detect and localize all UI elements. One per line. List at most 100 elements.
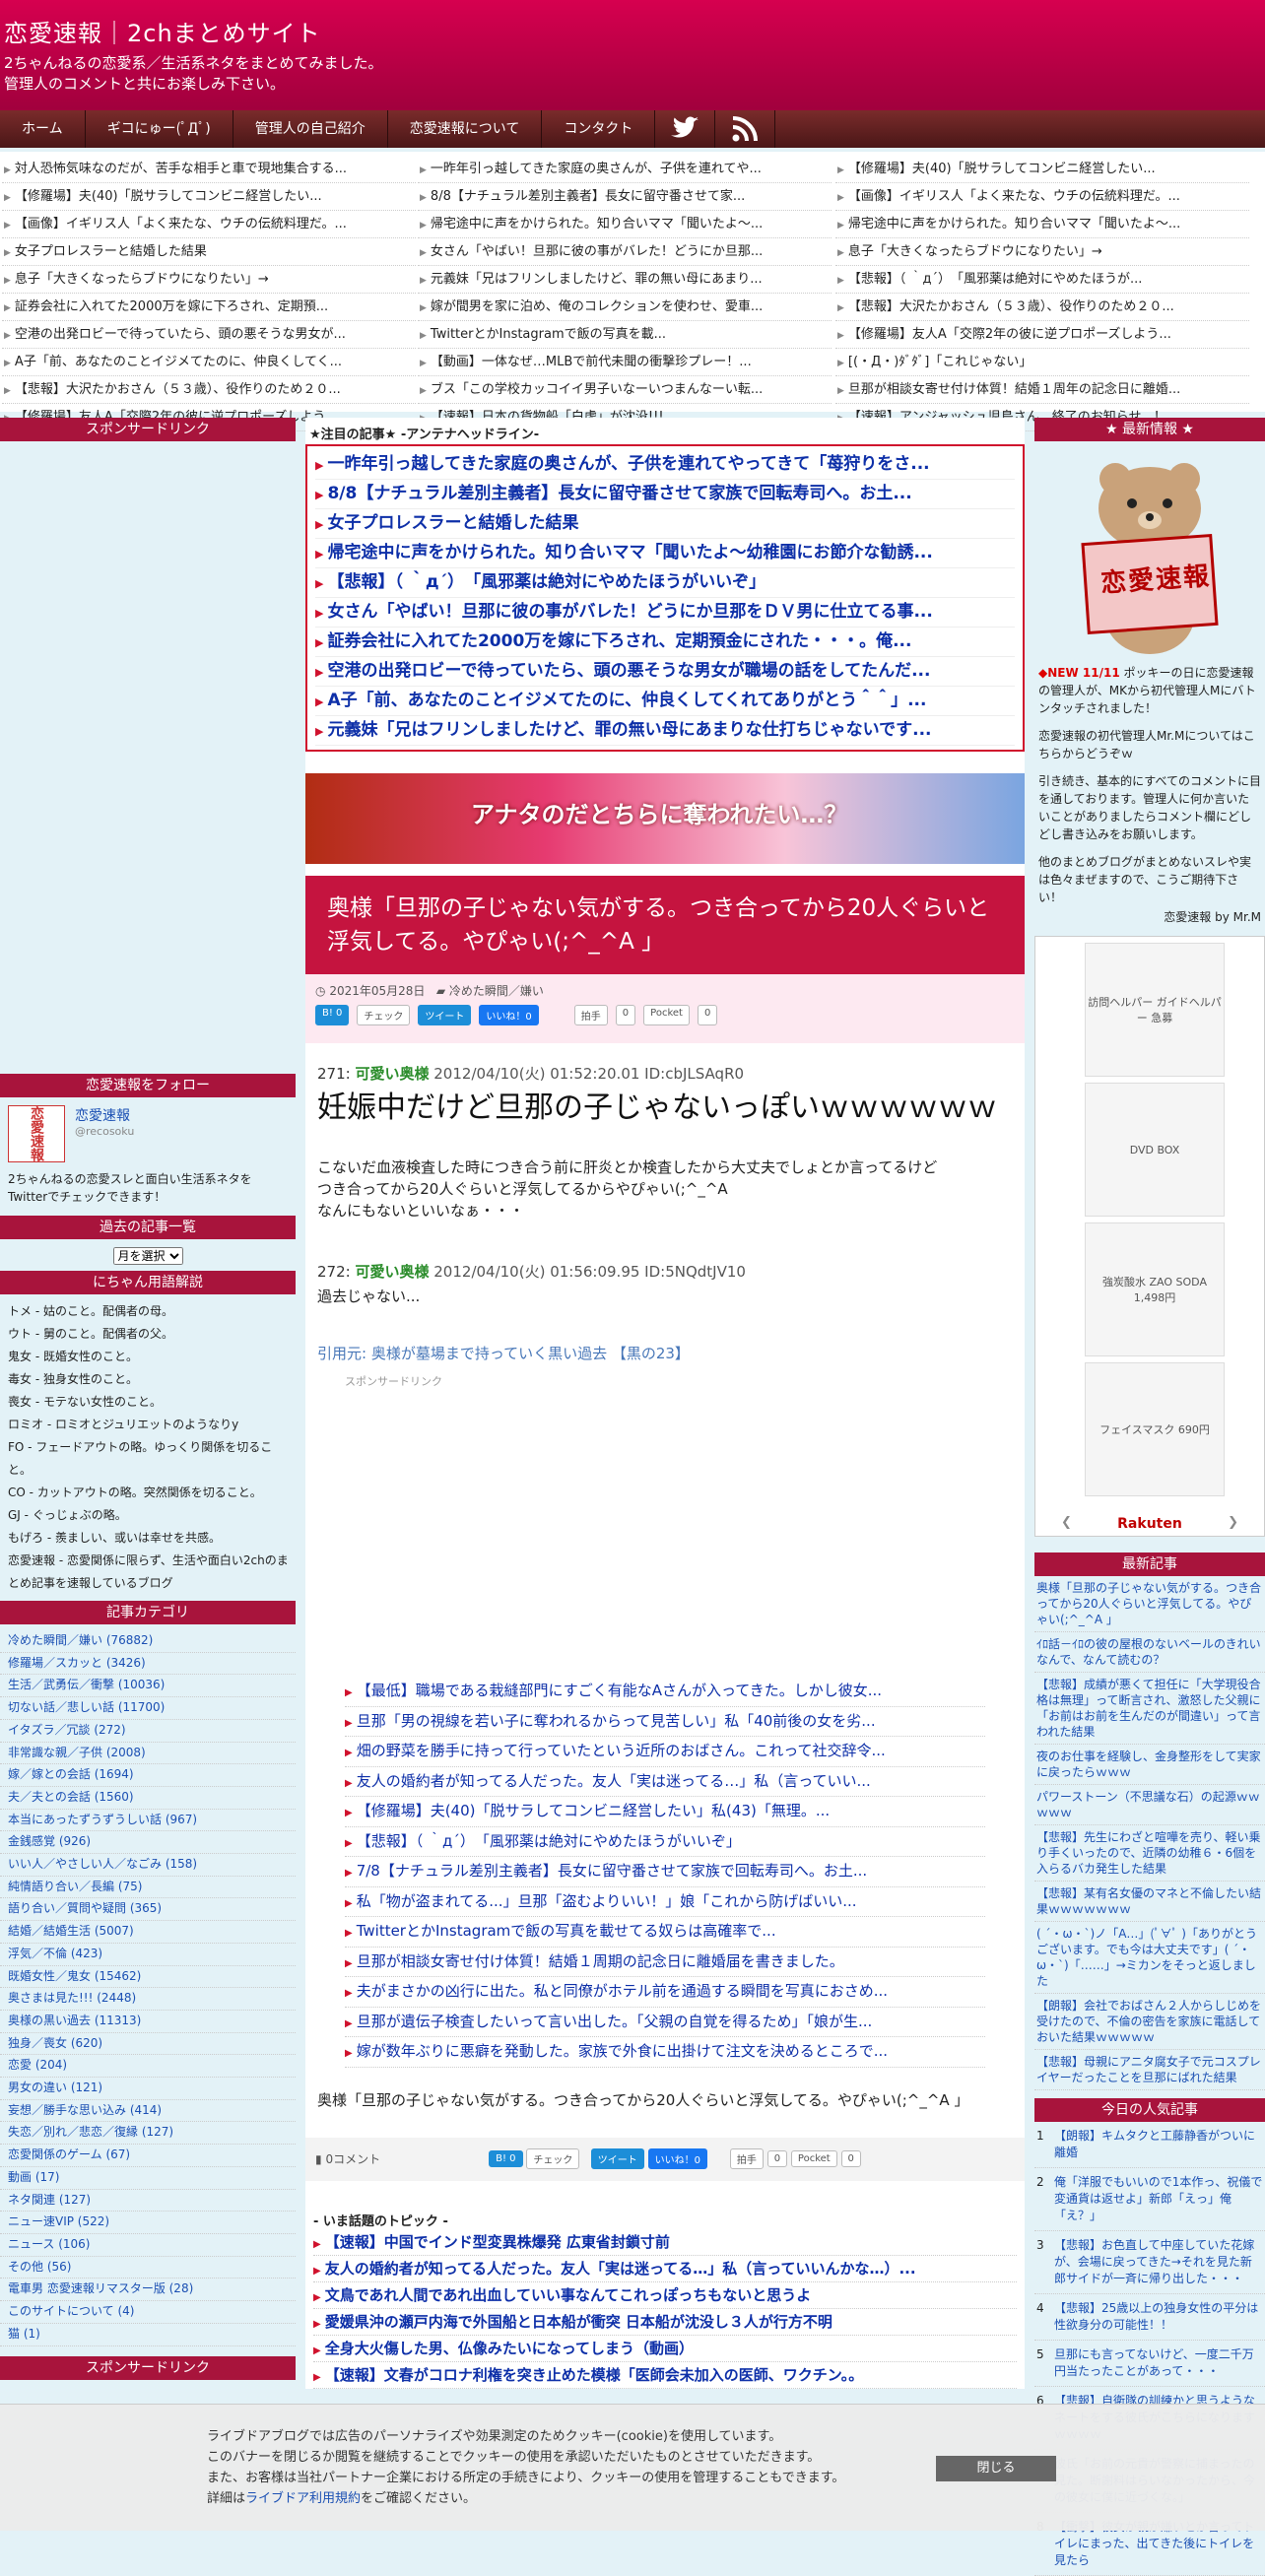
antenna-link[interactable]: 元義妹「兄はフリンしましたけど、罪の無い母にあまり... [418,266,832,294]
category-link[interactable]: 冷めた瞬間／嫌い (76882) [0,1630,296,1653]
antenna-link[interactable]: [(・Д・)ﾀﾞﾀﾞ]「これじゃない」 [835,349,1249,376]
category-link[interactable]: いい人／やさしい人／なごみ (158) [0,1854,296,1877]
popular-article-link[interactable]: 5 旦那にも言ってないけど、一度二千万円当たったことがあって・・・ [1034,2341,1265,2387]
headline-link[interactable]: 一昨年引っ越してきた家庭の奥さんが、子供を連れてやってきて「苺狩りをさ... [315,450,1015,480]
quote-source-link[interactable]: 引用元: 奥様が墓場まで持っていく黒い過去 【黒の23】 [317,1343,1013,1363]
related-article-link[interactable]: 【悲報】（ ｀д´） 「風邪薬は絶対にやめたほうがいいぞ」 [345,1827,985,1857]
related-article-link[interactable]: 【最低】職場である栽縫部門にすごく有能なAさんが入ってきた。しかし彼女... [345,1677,985,1707]
avatar[interactable]: 恋愛速報 [8,1105,65,1162]
antenna-link[interactable]: A子「前、あなたのことイジメてたのに、仲良くしてく... [2,349,416,376]
article-category[interactable]: 冷めた瞬間／嫌い [449,984,544,998]
headline-link[interactable]: 元義妹「兄はフリンしましたけど、罪の無い母にあまりな仕打ちじゃないです... [315,716,1015,746]
related-article-link[interactable]: 7/8【ナチュラル差別主義者】長女に留守番させて家族で回転寿司へ。お土... [345,1857,985,1887]
twitter-icon[interactable] [655,110,716,148]
product-item[interactable]: フェイスマスク 690円 [1085,1362,1225,1496]
antenna-link[interactable]: 【悲報】大沢たかおさん（５３歳）、役作りのため２０... [835,294,1249,321]
category-link[interactable]: 修羅場／スカッと (3426) [0,1653,296,1676]
antenna-link[interactable]: ブス「この学校カッコイイ男子いなーいつまんなーい転... [418,376,832,404]
category-link[interactable]: 生活／武勇伝／衝撃 (10036) [0,1675,296,1698]
headline-link[interactable]: A子「前、あなたのことイジメてたのに、仲良くしてくれてありがとう＾＾」... [315,687,1015,716]
category-link[interactable]: ニュー速VIP (522) [0,2212,296,2234]
headline-link[interactable]: 証券会社に入れてた2000万を嫁に下ろされ、定期預金にされた・・・。俺... [315,627,1015,657]
recent-article-link[interactable]: 【悲報】母親にアニタ腐女子で元コスプレイヤーだったことを旦那にばれた結果 [1034,2050,1265,2090]
related-article-link[interactable]: 【修羅場】夫(40)「脱サラしてコンビニ経営したい」私(43)「無理。... [345,1797,985,1827]
category-link[interactable]: 非常識な親／子供 (2008) [0,1743,296,1765]
antenna-link[interactable]: 息子「大きくなったらブドウになりたい」→ [835,238,1249,266]
rakuten-logo[interactable]: Rakuten [1035,1516,1264,1532]
headline-link[interactable]: 女さん「やばい！旦那に彼の事がバレた！どうにか旦那をＤＶ男に仕立てる事... [315,598,1015,627]
related-article-link[interactable]: 夫がまさかの凶行に出た。私と同僚がホテル前を通過する瞬間を写真におさめ... [345,1977,985,2008]
nav-profile[interactable]: 管理人の自己紹介 [233,110,388,148]
headline-link[interactable]: 空港の出発ロビーで待っていたら、頭の悪そうな男女が職場の話をしてたんだ... [315,657,1015,687]
category-link[interactable]: その他 (56) [0,2257,296,2279]
category-link[interactable]: ネタ関連 (127) [0,2190,296,2213]
tweet-button[interactable]: ツイート [418,1005,472,1025]
category-link[interactable]: 既婚女性／鬼女 (15462) [0,1966,296,1989]
recent-article-link[interactable]: 奥様「旦那の子じゃない気がする。つき合ってから20人ぐらいと浮気してる。やぴゃい… [1034,1576,1265,1632]
related-article-link[interactable]: 旦那「男の視線を若い子に奪われるからって見苦しい」私「40前後の女を劣... [345,1707,985,1737]
comment-count[interactable]: 0コメント [325,2150,380,2167]
antenna-link[interactable]: 女さん「やばい！旦那に彼の事がバレた！どうにか旦那... [418,238,832,266]
category-link[interactable]: 恋愛 (204) [0,2055,296,2079]
nav-home[interactable]: ホーム [0,110,86,148]
antenna-link[interactable]: 帰宅途中に声をかけられた。知り合いママ「聞いたよ～... [835,211,1249,238]
antenna-link[interactable]: 旦那が相談女寄せ付け体質！結婚１周年の記念日に離婚... [835,376,1249,404]
antenna-link[interactable]: 空港の出発ロビーで待っていたら、頭の悪そうな男女が... [2,321,416,349]
headline-link[interactable]: 8/8【ナチュラル差別主義者】長女に留守番させて家族で回転寿司へ。お土... [315,480,1015,509]
topic-link[interactable]: 【速報】文春がコロナ利権を突き止めた模様「医師会未加入の医師、ワクチン。。 [313,2362,1017,2389]
category-link[interactable]: 独身／喪女 (620) [0,2033,296,2056]
category-link[interactable]: 金銭感覚 (926) [0,1831,296,1855]
nav-giko[interactable]: ギコにゅー(ﾟДﾟ) [86,110,233,148]
product-item[interactable]: 強炭酸水 ZAO SODA 1,498円 [1085,1222,1225,1356]
hatena-button[interactable]: B! 0 [489,2150,523,2167]
follow-name[interactable]: 恋愛速報 [75,1105,134,1125]
category-link[interactable]: 男女の違い (121) [0,2078,296,2100]
hatena-button[interactable]: B! 0 [315,1005,350,1025]
headline-link[interactable]: 女子プロレスラーと結婚した結果 [315,509,1015,539]
terms-link[interactable]: ライブドア利用規約 [245,2491,361,2506]
category-link[interactable]: 浮気／不倫 (423) [0,1944,296,1966]
category-link[interactable]: 純情語り合い／長編 (75) [0,1877,296,1899]
topic-link[interactable]: 【速報】中国でインド型変異株爆発 広東省封鎖寸前 [313,2229,1017,2256]
like-button[interactable]: いいね！0 [647,2148,707,2169]
antenna-link[interactable]: 対人恐怖気味なのだが、苦手な相手と車で現地集合する... [2,156,416,183]
category-link[interactable]: 結婚／結婚生活 (5007) [0,1921,296,1944]
category-link[interactable]: 猫 (1) [0,2324,296,2346]
recent-article-link[interactable]: 【悲報】成績が悪くて担任に「大学現役合格は無理」って断言され、激怒した父親に「お… [1034,1673,1265,1745]
antenna-link[interactable]: 【修羅場】夫(40)「脱サラしてコンビニ経営したい... [2,183,416,211]
check-button[interactable]: チェック [526,2148,580,2169]
hakushu-button[interactable]: 拍手 [573,1005,608,1025]
category-link[interactable]: 失恋／別れ／悲恋／復縁 (127) [0,2122,296,2146]
category-link[interactable]: このサイトについて (4) [0,2301,296,2324]
tweet-button[interactable]: ツイート [590,2148,644,2169]
recent-article-link[interactable]: 夜のお仕事を経験し、金身整形をして実家に戻ったらｗｗｗ [1034,1745,1265,1785]
category-link[interactable]: 本当にあったずうずうしい話 (967) [0,1810,296,1832]
archive-month-select[interactable]: 月を選択 [112,1247,183,1265]
category-link[interactable]: ニュース (106) [0,2234,296,2257]
rss-icon[interactable] [715,110,776,148]
antenna-link[interactable]: 【画像】イギリス人「よく来たな、ウチの伝統料理だ。... [2,211,416,238]
antenna-link[interactable]: 【画像】イギリス人「よく来たな、ウチの伝統料理だ。... [835,183,1249,211]
antenna-link[interactable]: 【修羅場】友人A「交際2年の彼に逆プロポーズしよう... [835,321,1249,349]
related-article-link[interactable]: 友人の婚約者が知ってる人だった。友人「実は迷ってる…」私（言っていい... [345,1767,985,1797]
antenna-link[interactable]: 【悲報】（ ｀д´） 「風邪薬は絶対にやめたほうが... [835,266,1249,294]
antenna-link[interactable]: 証券会社に入れてた2000万を嫁に下ろされ、定期預... [2,294,416,321]
antenna-link[interactable]: 嫁が間男を家に泊め、俺のコレクションを使わせ、愛車... [418,294,832,321]
recent-article-link[interactable]: 【悲報】某有名女優のマネと不倫したい結果ｗｗｗｗｗｗｗ [1034,1882,1265,1922]
category-link[interactable]: 奥さまは見た!!! (2448) [0,1988,296,2011]
recent-article-link[interactable]: 【悲報】先生にわざと喧嘩を売り、軽い乗り手くいったので、近隣の幼稚６・6個を入ら… [1034,1825,1265,1882]
antenna-link[interactable]: 8/8【ナチュラル差別主義者】長女に留守番させて家... [418,183,832,211]
topic-link[interactable]: 愛媛県沖の瀬戸内海で外国船と日本船が衝突 日本船が沈没し３人が行方不明 [313,2309,1017,2336]
category-link[interactable]: 妄想／勝手な思い込み (414) [0,2100,296,2123]
recent-article-link[interactable]: ｲﾛ話－ｲﾛの彼の屋根のないベールのきれいなんで、なんて読むの？ [1034,1632,1265,1673]
pocket-button[interactable]: Pocket [643,1005,690,1025]
antenna-link[interactable]: 【悲報】大沢たかおさん（５３歳）、役作りのため２０... [2,376,416,404]
antenna-link[interactable]: 女子プロレスラーと結婚した結果 [2,238,416,266]
related-article-link[interactable]: 旦那が遺伝子検査したいって言い出した。「父親の自覚を得るため」「娘が生... [345,2008,985,2037]
topic-link[interactable]: 友人の婚約者が知ってる人だった。友人「実は迷ってる…」私（言っていいんかな…）.… [313,2256,1017,2282]
antenna-link[interactable]: 息子「大きくなったらブドウになりたい」→ [2,266,416,294]
pocket-button[interactable]: Pocket [790,2150,837,2167]
category-link[interactable]: イタズラ／冗談 (272) [0,1720,296,1743]
antenna-link[interactable]: 一昨年引っ越してきた家庭の奥さんが、子供を連れてや... [418,156,832,183]
topic-link[interactable]: 全身大火傷した男、仏像みたいになってしまう（動画） [313,2336,1017,2362]
